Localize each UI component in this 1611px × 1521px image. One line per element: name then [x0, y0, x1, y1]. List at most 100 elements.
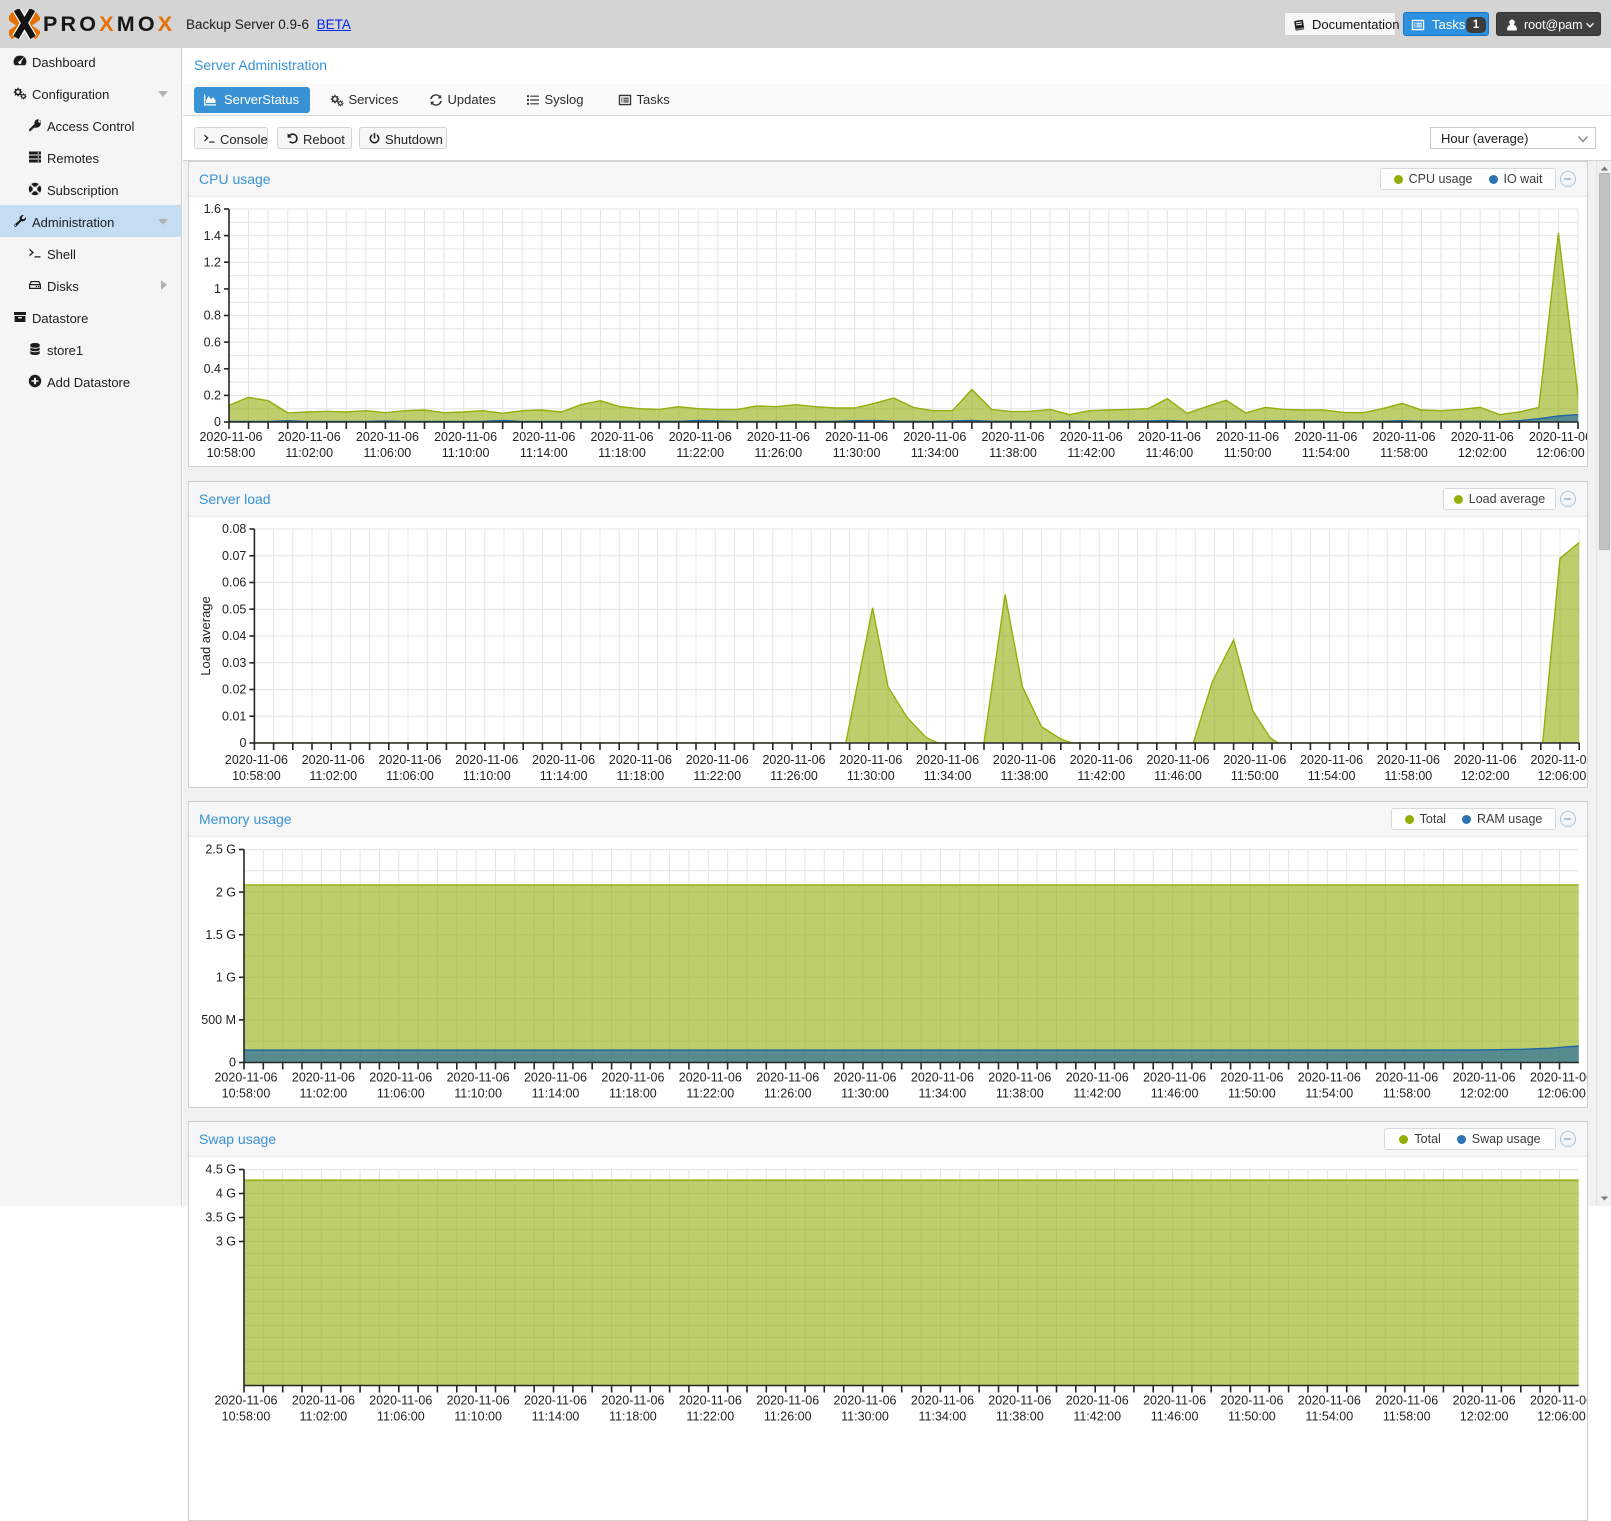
svg-text:0.05: 0.05 [222, 603, 246, 617]
svg-text:11:34:00: 11:34:00 [924, 769, 972, 783]
svg-text:2020-11-06: 2020-11-06 [524, 1071, 587, 1085]
svg-text:2020-11-06: 2020-11-06 [601, 1394, 664, 1408]
svg-text:2020-11-06: 2020-11-06 [601, 1071, 664, 1085]
svg-text:2020-11-06: 2020-11-06 [839, 753, 902, 767]
svg-text:11:42:00: 11:42:00 [1077, 769, 1125, 783]
svg-text:1 G: 1 G [216, 971, 236, 985]
svg-text:2020-11-06: 2020-11-06 [1294, 430, 1357, 444]
svg-text:2020-11-06: 2020-11-06 [833, 1071, 896, 1085]
svg-text:11:02:00: 11:02:00 [300, 1087, 348, 1101]
svg-text:11:14:00: 11:14:00 [520, 446, 568, 460]
svg-text:2020-11-06: 2020-11-06 [669, 430, 732, 444]
svg-text:2020-11-06: 2020-11-06 [447, 1071, 510, 1085]
svg-text:11:06:00: 11:06:00 [377, 1410, 425, 1424]
svg-text:0: 0 [229, 1056, 236, 1070]
svg-text:2020-11-06: 2020-11-06 [455, 753, 518, 767]
svg-text:11:38:00: 11:38:00 [996, 1410, 1044, 1424]
svg-text:0.08: 0.08 [222, 522, 246, 536]
svg-text:12:06:00: 12:06:00 [1537, 1410, 1586, 1424]
svg-text:2020-11-06: 2020-11-06 [1453, 1071, 1516, 1085]
svg-text:11:18:00: 11:18:00 [598, 446, 646, 460]
svg-text:11:02:00: 11:02:00 [300, 1410, 348, 1424]
svg-text:11:42:00: 11:42:00 [1073, 1410, 1121, 1424]
svg-text:12:06:00: 12:06:00 [1536, 446, 1585, 460]
svg-text:10:58:00: 10:58:00 [222, 1410, 271, 1424]
svg-text:2020-11-06: 2020-11-06 [292, 1394, 355, 1408]
svg-text:0.07: 0.07 [222, 549, 246, 563]
svg-text:11:22:00: 11:22:00 [676, 446, 724, 460]
svg-text:11:22:00: 11:22:00 [686, 1087, 734, 1101]
svg-text:12:06:00: 12:06:00 [1537, 1087, 1586, 1101]
svg-text:0: 0 [239, 736, 246, 750]
svg-text:11:54:00: 11:54:00 [1308, 769, 1356, 783]
svg-text:2020-11-06: 2020-11-06 [1216, 430, 1279, 444]
svg-text:2020-11-06: 2020-11-06 [1530, 1071, 1587, 1085]
svg-text:2020-11-06: 2020-11-06 [1451, 430, 1514, 444]
svg-text:2020-11-06: 2020-11-06 [1138, 430, 1201, 444]
svg-text:2020-11-06: 2020-11-06 [911, 1394, 974, 1408]
svg-text:11:22:00: 11:22:00 [686, 1410, 734, 1424]
svg-text:11:22:00: 11:22:00 [693, 769, 741, 783]
svg-text:11:34:00: 11:34:00 [919, 1087, 967, 1101]
svg-text:2020-11-06: 2020-11-06 [1220, 1394, 1283, 1408]
svg-text:500 M: 500 M [201, 1013, 236, 1027]
svg-text:2020-11-06: 2020-11-06 [756, 1394, 819, 1408]
svg-text:1.2: 1.2 [204, 256, 221, 270]
svg-text:1.5 G: 1.5 G [205, 928, 236, 942]
svg-text:10:58:00: 10:58:00 [232, 769, 281, 783]
svg-text:1: 1 [214, 282, 221, 296]
svg-text:12:02:00: 12:02:00 [1460, 1087, 1509, 1101]
svg-text:2020-11-06: 2020-11-06 [756, 1071, 819, 1085]
svg-text:2020-11-06: 2020-11-06 [434, 430, 497, 444]
svg-text:2020-11-06: 2020-11-06 [447, 1394, 510, 1408]
svg-text:2020-11-06: 2020-11-06 [679, 1071, 742, 1085]
svg-text:11:42:00: 11:42:00 [1073, 1087, 1121, 1101]
svg-text:2020-11-06: 2020-11-06 [911, 1071, 974, 1085]
svg-text:2020-11-06: 2020-11-06 [1143, 1394, 1206, 1408]
svg-text:11:18:00: 11:18:00 [617, 769, 665, 783]
svg-text:2020-11-06: 2020-11-06 [762, 753, 825, 767]
svg-text:2020-11-06: 2020-11-06 [1066, 1071, 1129, 1085]
svg-text:0.01: 0.01 [222, 709, 246, 723]
svg-text:11:26:00: 11:26:00 [755, 446, 803, 460]
svg-text:11:58:00: 11:58:00 [1385, 769, 1433, 783]
svg-text:11:46:00: 11:46:00 [1154, 769, 1202, 783]
svg-text:2020-11-06: 2020-11-06 [1375, 1394, 1438, 1408]
svg-text:12:02:00: 12:02:00 [1458, 446, 1507, 460]
svg-text:2020-11-06: 2020-11-06 [1060, 430, 1123, 444]
svg-text:2020-11-06: 2020-11-06 [903, 430, 966, 444]
svg-text:2020-11-06: 2020-11-06 [302, 753, 365, 767]
svg-text:2020-11-06: 2020-11-06 [378, 753, 441, 767]
svg-text:11:50:00: 11:50:00 [1224, 446, 1272, 460]
svg-text:11:50:00: 11:50:00 [1228, 1410, 1276, 1424]
svg-text:2020-11-06: 2020-11-06 [1529, 430, 1587, 444]
svg-text:10:58:00: 10:58:00 [222, 1087, 271, 1101]
svg-text:11:50:00: 11:50:00 [1231, 769, 1279, 783]
svg-text:2020-11-06: 2020-11-06 [825, 430, 888, 444]
svg-text:11:14:00: 11:14:00 [532, 1087, 580, 1101]
svg-text:11:38:00: 11:38:00 [996, 1087, 1044, 1101]
svg-text:12:02:00: 12:02:00 [1461, 769, 1510, 783]
svg-text:0.2: 0.2 [204, 389, 221, 403]
svg-text:2020-11-06: 2020-11-06 [747, 430, 810, 444]
svg-text:2020-11-06: 2020-11-06 [278, 430, 341, 444]
svg-text:11:10:00: 11:10:00 [454, 1087, 502, 1101]
svg-text:11:30:00: 11:30:00 [847, 769, 895, 783]
svg-text:11:26:00: 11:26:00 [770, 769, 818, 783]
svg-text:2020-11-06: 2020-11-06 [1530, 753, 1587, 767]
svg-text:11:54:00: 11:54:00 [1305, 1410, 1353, 1424]
svg-text:11:30:00: 11:30:00 [841, 1087, 889, 1101]
svg-text:2020-11-06: 2020-11-06 [1220, 1071, 1283, 1085]
svg-text:11:06:00: 11:06:00 [364, 446, 412, 460]
svg-text:2020-11-06: 2020-11-06 [916, 753, 979, 767]
svg-text:2020-11-06: 2020-11-06 [1300, 753, 1363, 767]
svg-text:4.5 G: 4.5 G [205, 1163, 236, 1177]
svg-text:11:38:00: 11:38:00 [989, 446, 1037, 460]
svg-text:2020-11-06: 2020-11-06 [1143, 1071, 1206, 1085]
svg-text:2020-11-06: 2020-11-06 [225, 753, 288, 767]
svg-text:0.04: 0.04 [222, 629, 246, 643]
svg-text:0.4: 0.4 [204, 362, 221, 376]
svg-text:0.03: 0.03 [222, 656, 246, 670]
svg-text:11:02:00: 11:02:00 [309, 769, 357, 783]
svg-text:2020-11-06: 2020-11-06 [214, 1394, 277, 1408]
